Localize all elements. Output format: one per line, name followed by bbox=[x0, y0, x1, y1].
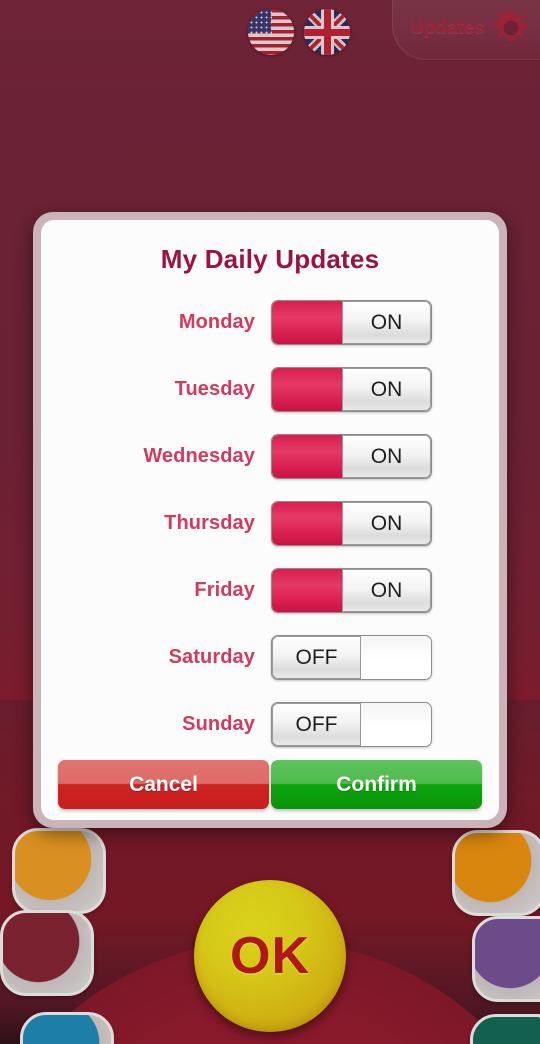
flag-us-stars bbox=[249, 10, 272, 34]
toggle-tuesday[interactable]: ON bbox=[271, 367, 432, 412]
toggle-monday[interactable]: ON bbox=[271, 300, 432, 345]
day-row: Tuesday ON bbox=[41, 356, 499, 423]
confirm-button[interactable]: Confirm bbox=[271, 760, 482, 809]
day-label-sunday: Sunday bbox=[182, 713, 255, 735]
flag-uk-horiz-red bbox=[304, 28, 350, 36]
day-row: Sunday OFF bbox=[41, 691, 499, 758]
ok-button[interactable]: OK bbox=[194, 880, 346, 1032]
daily-updates-dialog: My Daily Updates Monday ON Tuesday ON Wednes… bbox=[33, 212, 507, 828]
top-bar: Updates bbox=[0, 0, 540, 72]
toggle-knob: OFF bbox=[272, 703, 362, 746]
cancel-button[interactable]: Cancel bbox=[58, 760, 269, 809]
toggle-knob: ON bbox=[341, 368, 431, 411]
day-label-monday: Monday bbox=[178, 311, 255, 333]
flag-uk-icon[interactable] bbox=[304, 9, 350, 55]
toggle-knob: ON bbox=[341, 301, 431, 344]
toggle-thursday[interactable]: ON bbox=[271, 501, 432, 546]
day-label-saturday: Saturday bbox=[168, 646, 255, 668]
sticker-leaf[interactable] bbox=[470, 1014, 540, 1044]
day-row: Saturday OFF bbox=[41, 624, 499, 691]
flag-us-icon[interactable] bbox=[248, 9, 294, 55]
dialog-footer: Cancel Confirm bbox=[41, 760, 499, 809]
toggle-knob: ON bbox=[341, 569, 431, 612]
updates-tab-label: Updates bbox=[410, 16, 485, 38]
day-row: Wednesday ON bbox=[41, 423, 499, 490]
dialog-body: My Daily Updates Monday ON Tuesday ON Wednes… bbox=[41, 220, 499, 820]
day-label-friday: Friday bbox=[194, 579, 255, 601]
language-flags bbox=[248, 9, 350, 55]
toggle-knob: ON bbox=[341, 502, 431, 545]
day-label-tuesday: Tuesday bbox=[174, 378, 255, 400]
toggle-wednesday[interactable]: ON bbox=[271, 434, 432, 479]
sticker-wing[interactable] bbox=[20, 1012, 114, 1044]
app-screen: WaterFireEarthAirAirWaterFireWater OK bbox=[0, 0, 540, 1044]
ok-button-label: OK bbox=[230, 927, 310, 985]
day-toggle-list: Monday ON Tuesday ON Wednesday ON Thursday ON Fr… bbox=[41, 289, 499, 758]
sticker-bow[interactable] bbox=[12, 828, 106, 914]
day-row: Thursday ON bbox=[41, 490, 499, 557]
toggle-friday[interactable]: ON bbox=[271, 568, 432, 613]
updates-tab[interactable]: Updates bbox=[392, 0, 540, 60]
gear-icon bbox=[491, 7, 531, 48]
toggle-saturday[interactable]: OFF bbox=[271, 635, 432, 680]
day-row: Friday ON bbox=[41, 557, 499, 624]
day-label-wednesday: Wednesday bbox=[143, 445, 255, 467]
sticker-crab[interactable] bbox=[472, 916, 540, 1002]
sticker-shield[interactable] bbox=[452, 830, 540, 916]
toggle-knob: OFF bbox=[272, 636, 362, 679]
day-row: Monday ON bbox=[41, 289, 499, 356]
sticker-wolf[interactable] bbox=[0, 910, 94, 996]
toggle-sunday[interactable]: OFF bbox=[271, 702, 432, 747]
dialog-title: My Daily Updates bbox=[160, 244, 380, 274]
day-label-thursday: Thursday bbox=[164, 512, 255, 534]
toggle-knob: ON bbox=[341, 435, 431, 478]
